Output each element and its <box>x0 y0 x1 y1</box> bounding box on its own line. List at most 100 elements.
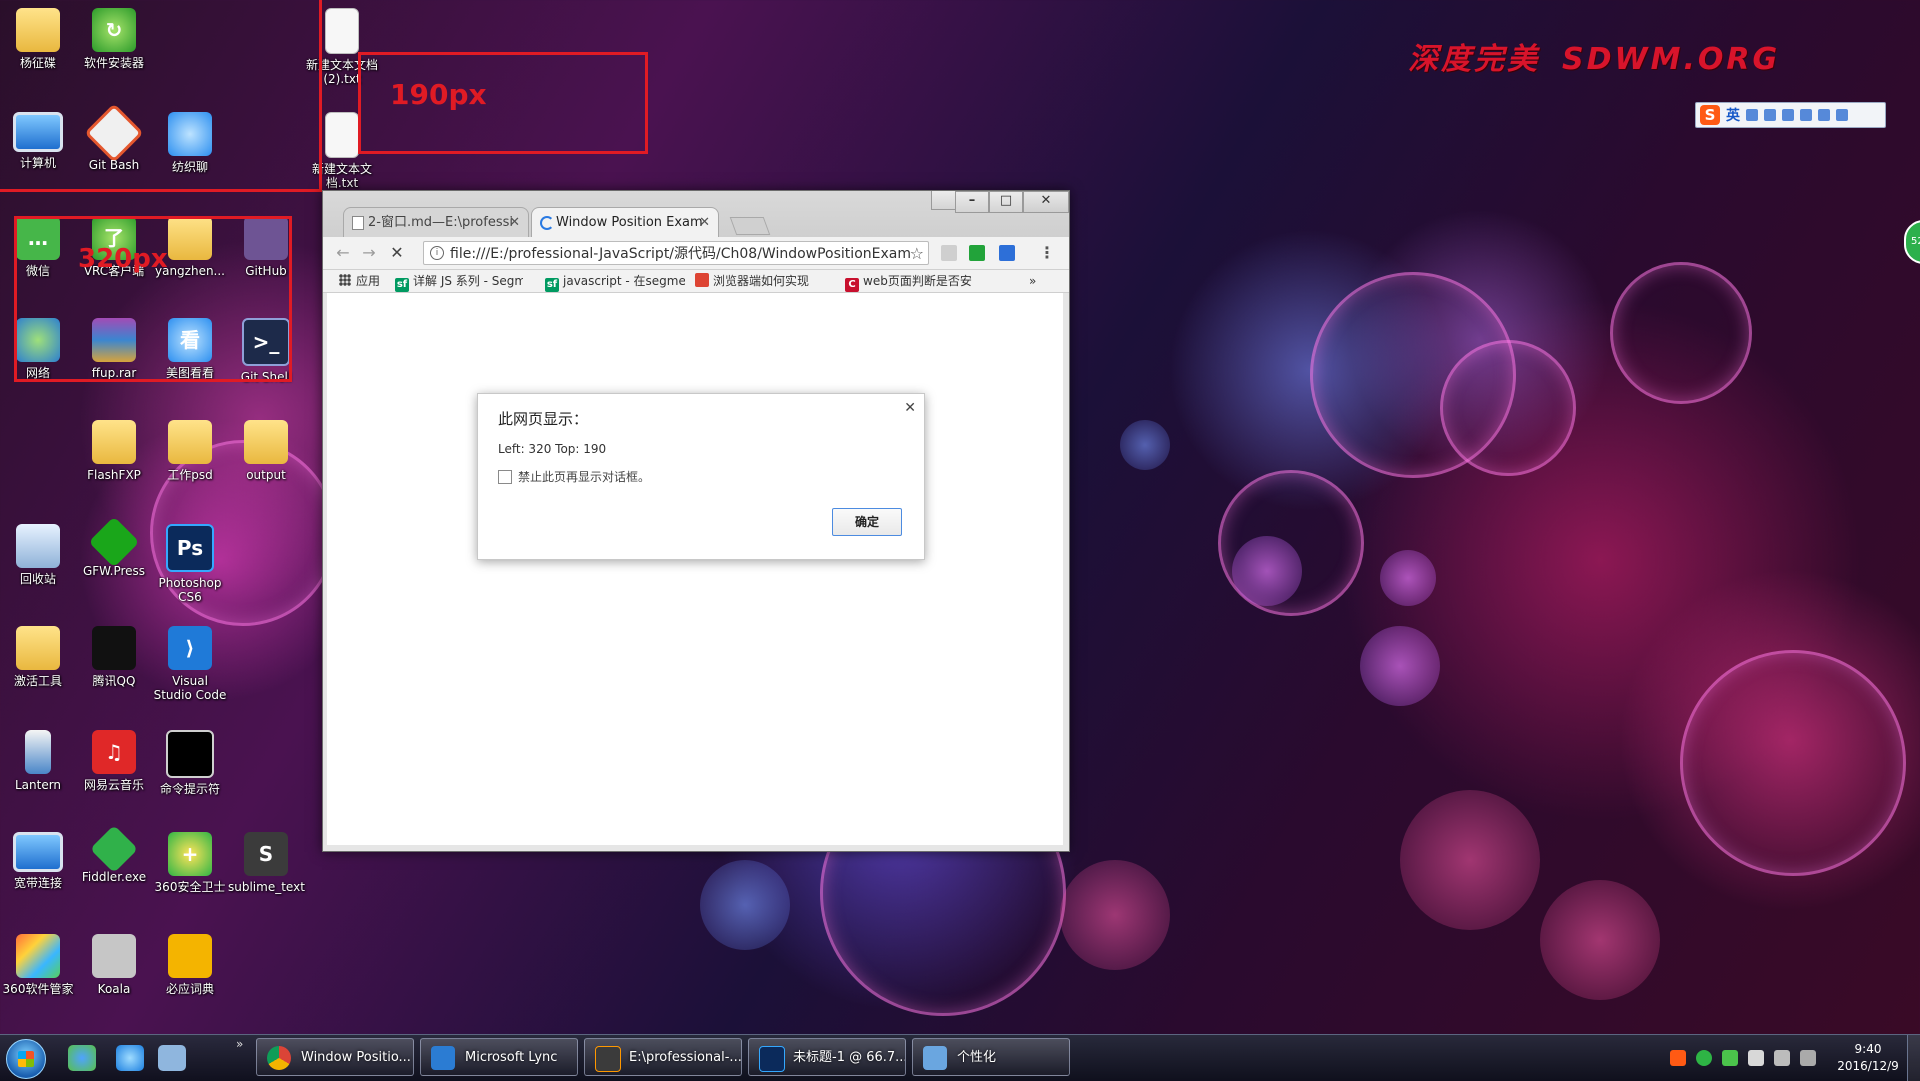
show-desktop-quick-icon[interactable] <box>158 1045 186 1071</box>
start-button[interactable] <box>6 1039 46 1079</box>
desktop-icon[interactable]: 必应词典 <box>152 934 228 996</box>
new-tab-button[interactable] <box>729 217 771 235</box>
bookmark-star-icon[interactable]: ☆ <box>910 242 924 264</box>
desktop-icon[interactable]: 网络 <box>0 318 76 380</box>
close-dialog-icon[interactable]: ✕ <box>904 400 916 416</box>
desktop-icon[interactable]: 腾讯QQ <box>76 626 152 688</box>
info-icon[interactable]: i <box>430 246 444 260</box>
task-sublime[interactable]: E:\professional-... <box>584 1038 742 1076</box>
bookmarks-bar: 应用 sf 详解 JS 系列 - Segm sf javascript - 在seg… <box>323 270 1069 293</box>
desktop-icon[interactable]: ffup.rar <box>76 318 152 380</box>
close-window-button[interactable]: ✕ <box>1023 191 1069 213</box>
bookmark-apps[interactable]: 应用 <box>339 273 389 289</box>
bookmarks-overflow-button[interactable]: » <box>1029 273 1036 289</box>
desktop-icon[interactable]: 新建文本文档.txt <box>304 112 380 190</box>
task-lync[interactable]: Microsoft Lync <box>420 1038 578 1076</box>
maximize-button[interactable]: □ <box>989 191 1023 213</box>
bookmark-item[interactable]: sf javascript - 在segme <box>545 273 685 292</box>
menu-dots-icon[interactable]: ⋮ <box>1039 243 1055 262</box>
wallpaper-brand: 深度完美 SDWM.ORG <box>1408 34 1780 78</box>
quicklaunch-butterfly-icon[interactable] <box>68 1045 96 1071</box>
desktop-icon[interactable]: Ssublime_text <box>228 832 305 894</box>
koala-icon <box>92 934 136 978</box>
desktop-icon[interactable]: 激活工具 <box>0 626 76 688</box>
task-photoshop[interactable]: 未标题-1 @ 66.7... <box>748 1038 906 1076</box>
floating-badge[interactable]: 52 <box>1904 220 1920 264</box>
desktop-icon[interactable]: Git Bash <box>76 103 152 172</box>
extension-green-icon[interactable] <box>969 245 985 261</box>
desktop-icon[interactable]: >_ Git Shell <box>228 318 304 384</box>
sync-tray-icon[interactable] <box>1722 1050 1738 1066</box>
desktop-icon[interactable]: ♫ 网易云音乐 <box>76 730 152 792</box>
task-chrome[interactable]: Window Positio... <box>256 1038 414 1076</box>
bookmark-site-icon <box>695 273 709 287</box>
moon-icon[interactable] <box>1746 109 1758 121</box>
action-center-icon[interactable] <box>1800 1050 1816 1066</box>
desktop-icon[interactable]: Fiddler.exe <box>76 824 152 884</box>
desktop-icon[interactable]: 杨征碟 <box>0 8 76 70</box>
system-clock[interactable]: 9:40 2016/12/9 <box>1830 1041 1906 1075</box>
suppress-dialogs-option[interactable]: 禁止此页再显示对话框。 <box>498 468 650 485</box>
alert-dialog: 此网页显示： ✕ Left: 320 Top: 190 禁止此页再显示对话框。 … <box>477 393 925 560</box>
desktop-icon[interactable]: 计算机 <box>0 112 76 170</box>
taskbar-more-button[interactable]: » <box>236 1037 243 1051</box>
ime-mode[interactable]: 英 <box>1726 105 1740 125</box>
keyboard-icon[interactable] <box>1782 109 1794 121</box>
desktop-icon[interactable]: 宽带连接 <box>0 832 76 890</box>
forward-arrow-icon[interactable]: → <box>359 243 379 263</box>
desktop-icon[interactable]: Koala <box>76 934 152 996</box>
desktop-icon[interactable]: ⟩ Visual Studio Code <box>152 626 228 702</box>
desktop-icon[interactable]: … 微信 <box>0 216 76 278</box>
360-tray-icon[interactable] <box>1696 1050 1712 1066</box>
show-desktop-button[interactable] <box>1907 1035 1920 1081</box>
installer-icon: ↻ <box>92 8 136 52</box>
stop-loading-icon[interactable]: ✕ <box>387 243 407 263</box>
bookmark-item[interactable]: 浏览器端如何实现 <box>695 273 835 289</box>
dialog-title: 此网页显示： <box>498 410 589 428</box>
git-bash-icon <box>84 103 144 163</box>
minimize-button[interactable]: – <box>955 191 989 213</box>
wallpaper-bubble <box>1440 340 1576 476</box>
back-arrow-icon[interactable]: ← <box>333 243 353 263</box>
ime-toolbar[interactable]: S 英 <box>1695 102 1886 128</box>
user-icon[interactable] <box>1800 109 1812 121</box>
desktop-icon[interactable]: FlashFXP <box>76 420 152 482</box>
desktop-icon[interactable]: 回收站 <box>0 524 76 586</box>
desktop-icon[interactable]: Ps Photoshop CS6 <box>152 524 228 604</box>
desktop-icon[interactable]: 看美图看看 <box>152 318 228 380</box>
system-tray <box>1670 1035 1816 1081</box>
desktop-icon[interactable]: 新建文本文档 (2).txt <box>304 8 380 86</box>
bookmark-item[interactable]: sf 详解 JS 系列 - Segm <box>395 273 523 292</box>
desktop-icon[interactable]: 360软件管家 <box>0 934 76 996</box>
desktop-icon[interactable]: 工作psd <box>152 420 228 482</box>
desktop-icon[interactable]: +360安全卫士 <box>152 832 228 894</box>
suppress-dialogs-checkbox[interactable] <box>498 469 512 484</box>
sogou-tray-icon[interactable] <box>1670 1050 1686 1066</box>
task-personalize[interactable]: 个性化 <box>912 1038 1070 1076</box>
close-tab-icon[interactable]: ✕ <box>509 208 520 238</box>
desktop-icon-label: ffup.rar <box>91 366 137 380</box>
extension-reader-icon[interactable] <box>941 245 957 261</box>
punctuation-icon[interactable] <box>1764 109 1776 121</box>
desktop-icon[interactable]: output <box>228 420 304 482</box>
ok-button[interactable]: 确定 <box>832 508 902 536</box>
address-bar[interactable]: i file:///E:/professional-JavaScript/源代码… <box>423 241 929 265</box>
internet-explorer-icon[interactable] <box>116 1045 144 1071</box>
tab-window-position[interactable]: Window Position Exam ✕ <box>531 207 719 237</box>
wrench-icon[interactable] <box>1836 109 1848 121</box>
network-tray-icon[interactable] <box>1774 1050 1790 1066</box>
folder-icon <box>244 420 288 464</box>
desktop-icon[interactable]: 纺织聊 <box>152 112 228 174</box>
desktop-icon[interactable]: ↻ 软件安装器 <box>76 8 152 70</box>
close-tab-icon[interactable]: ✕ <box>699 208 710 238</box>
volume-icon[interactable] <box>1748 1050 1764 1066</box>
desktop-icon[interactable]: GitHub <box>228 216 304 278</box>
desktop-icon[interactable]: Lantern <box>0 730 76 792</box>
shirt-icon[interactable] <box>1818 109 1830 121</box>
desktop-icon[interactable]: 命令提示符 <box>152 730 228 796</box>
sogou-icon[interactable]: S <box>1700 105 1720 125</box>
bookmark-item[interactable]: Cweb页面判断是否安 <box>845 273 985 292</box>
tab-markdown[interactable]: 2-窗口.md—E:\professi ✕ <box>343 207 529 237</box>
desktop-icon[interactable]: GFW.Press <box>76 516 152 578</box>
extension-blue-icon[interactable] <box>999 245 1015 261</box>
